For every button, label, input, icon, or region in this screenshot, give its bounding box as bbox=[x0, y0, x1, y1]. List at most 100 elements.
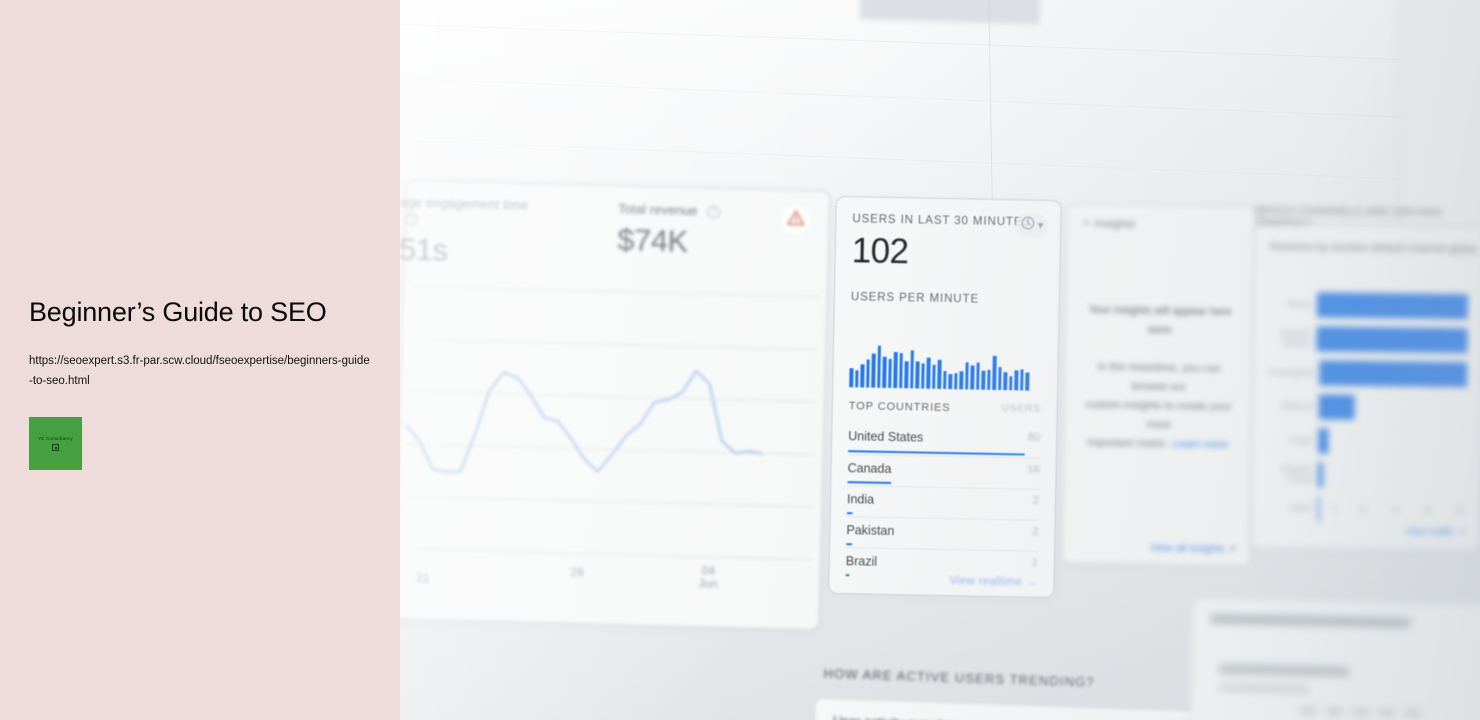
ghost-grid bbox=[1299, 708, 1450, 720]
channels-subtitle: Sessions by session default channel grou… bbox=[1268, 240, 1478, 256]
users-column-label: USERS bbox=[1001, 403, 1041, 415]
background-chip bbox=[859, 0, 1041, 25]
users-per-minute-bar bbox=[953, 373, 958, 390]
help-icon[interactable] bbox=[1454, 243, 1469, 258]
help-icon[interactable]: ? bbox=[706, 205, 721, 219]
channel-label: Email bbox=[1289, 435, 1313, 446]
channel-bar bbox=[1318, 393, 1355, 420]
page-title: Beginner’s Guide to SEO bbox=[29, 297, 327, 327]
users-per-minute-bar bbox=[865, 359, 871, 388]
users-per-minute-bar bbox=[854, 370, 859, 388]
channel-label: Organic Social bbox=[1280, 463, 1313, 485]
insights-body: Your insights will appear here soon In t… bbox=[1078, 301, 1240, 455]
channel-bar bbox=[1316, 325, 1468, 353]
kpi-total-revenue: Total revenue ? $74K bbox=[617, 200, 721, 261]
user-activity-title: User activity over time bbox=[833, 713, 961, 720]
users-per-minute-bar bbox=[986, 369, 991, 390]
realtime-controls[interactable]: ▾ bbox=[1015, 213, 1049, 238]
users-per-minute-bar bbox=[860, 364, 865, 388]
insights-learn-more-link[interactable]: Learn more bbox=[1172, 438, 1228, 451]
users-per-minute-bar bbox=[909, 350, 915, 389]
article-url[interactable]: https://seoexpert.s3.fr-par.scw.cloud/fs… bbox=[29, 351, 371, 391]
insights-header: ✧ Insights bbox=[1081, 217, 1135, 231]
country-row[interactable]: Pakistan 2 bbox=[846, 516, 1039, 551]
channel-row[interactable]: Unassigned bbox=[1267, 355, 1468, 391]
users-per-minute-bar bbox=[1003, 372, 1008, 391]
chevron-down-icon[interactable]: ▾ bbox=[1038, 220, 1044, 232]
country-user-count: 16 bbox=[1027, 463, 1040, 476]
insights-title: Insights bbox=[1094, 217, 1136, 231]
users-per-minute-bar bbox=[948, 374, 953, 390]
view-realtime-link[interactable]: View realtime → bbox=[949, 575, 1037, 589]
channel-bar bbox=[1317, 495, 1320, 521]
kpi-label: age engagement time bbox=[400, 194, 529, 213]
channels-traffic-card[interactable]: WHICH CHANNELS ARE DRIVING TRAFFIC? Sess… bbox=[1250, 205, 1480, 552]
x-tick: 21 bbox=[416, 570, 430, 586]
country-user-count: 2 bbox=[1032, 494, 1040, 507]
users-per-minute-bar bbox=[904, 360, 909, 389]
users-per-minute-bar bbox=[1025, 372, 1030, 391]
users-per-minute-bar bbox=[882, 356, 887, 388]
insights-line-1: Your insights will appear here soon bbox=[1088, 303, 1232, 337]
realtime-users-card[interactable]: USERS IN LAST 30 MINUTES 102 USERS PER M… bbox=[828, 195, 1062, 599]
top-countries-list: United States 80 Canada 16 India 2 Pakistan 2 Br… bbox=[845, 423, 1041, 582]
users-per-minute-bar bbox=[931, 364, 937, 389]
help-icon[interactable]: ? bbox=[404, 212, 418, 226]
sparkle-icon: ✧ bbox=[1081, 217, 1092, 230]
channel-label: Unassigned bbox=[1267, 366, 1315, 378]
channel-label: Organic Search bbox=[1279, 327, 1311, 349]
users-per-minute-bar bbox=[970, 365, 975, 390]
channel-row[interactable]: Organic Social bbox=[1266, 457, 1466, 493]
channel-row[interactable]: Email bbox=[1266, 423, 1466, 459]
view-traffic-link[interactable]: View traffic ↗ bbox=[1405, 526, 1465, 538]
country-row[interactable]: United States 80 bbox=[847, 423, 1041, 458]
kpi-label: Total revenue bbox=[617, 201, 698, 219]
users-per-minute-bar bbox=[887, 358, 893, 388]
users-per-minute-bar bbox=[981, 371, 986, 390]
logo-badge[interactable]: YE Consultancy bbox=[29, 417, 82, 470]
x-tick: 2K bbox=[1357, 504, 1369, 516]
users-per-minute-bar bbox=[997, 367, 1002, 391]
users-per-minute-bar bbox=[959, 371, 964, 390]
users-per-minute-bar bbox=[893, 351, 898, 389]
ghost-heading bbox=[1210, 614, 1411, 628]
screenshot-canvas: age engagement time ? 51s Total revenue … bbox=[0, 0, 1480, 720]
insights-line-3: custom insights to create your most bbox=[1085, 398, 1232, 432]
dashboard-photo-background: age engagement time ? 51s Total revenue … bbox=[400, 0, 1480, 720]
country-row[interactable]: India 2 bbox=[846, 485, 1040, 520]
panel-seam bbox=[400, 24, 1480, 64]
channel-bar bbox=[1317, 461, 1323, 487]
country-name: Brazil bbox=[845, 554, 878, 569]
channel-label: Direct bbox=[1286, 299, 1311, 310]
country-user-count: 2 bbox=[1032, 525, 1039, 538]
user-activity-card[interactable]: User activity over time bbox=[810, 697, 1211, 720]
view-all-insights-link[interactable]: View all insights ↗ bbox=[1150, 542, 1236, 555]
article-info-pane: Beginner’s Guide to SEO https://seoexper… bbox=[0, 0, 400, 720]
users-per-minute-bar bbox=[1014, 370, 1019, 391]
users-per-minute-bar bbox=[849, 368, 854, 388]
users-per-minute-bar bbox=[964, 362, 970, 390]
channels-section-title: WHICH CHANNELS ARE DRIVING TRAFFIC? bbox=[1254, 204, 1443, 230]
country-name: Pakistan bbox=[846, 523, 895, 539]
users-per-minute-bar bbox=[876, 345, 882, 388]
warning-triangle-icon bbox=[787, 209, 806, 230]
users-per-minute-bar bbox=[871, 353, 876, 388]
users-per-minute-label: USERS PER MINUTE bbox=[850, 291, 980, 306]
channel-row[interactable]: Organic Search bbox=[1267, 321, 1468, 357]
users-per-minute-bar bbox=[992, 355, 997, 390]
users-per-minute-bar bbox=[920, 363, 926, 389]
logo-text: YE Consultancy bbox=[38, 436, 73, 441]
users-per-minute-chart bbox=[849, 345, 1030, 391]
total-revenue-card[interactable]: age engagement time ? 51s Total revenue … bbox=[400, 179, 867, 631]
channel-bar bbox=[1316, 291, 1469, 319]
users-per-minute-bar bbox=[898, 352, 904, 389]
users-per-minute-bar bbox=[1008, 376, 1013, 391]
country-row[interactable]: Canada 16 bbox=[847, 454, 1040, 489]
channel-row[interactable]: Referral bbox=[1267, 389, 1467, 425]
ghost-subheading bbox=[1219, 664, 1350, 677]
channel-bar bbox=[1318, 427, 1329, 454]
channel-row[interactable]: Direct bbox=[1268, 287, 1469, 323]
insights-card[interactable]: ✧ Insights Your insights will appear her… bbox=[1061, 203, 1257, 567]
clock-icon[interactable] bbox=[1021, 215, 1036, 235]
active-users-trending-section: HOW ARE ACTIVE USERS TRENDING? User acti… bbox=[798, 653, 1222, 720]
